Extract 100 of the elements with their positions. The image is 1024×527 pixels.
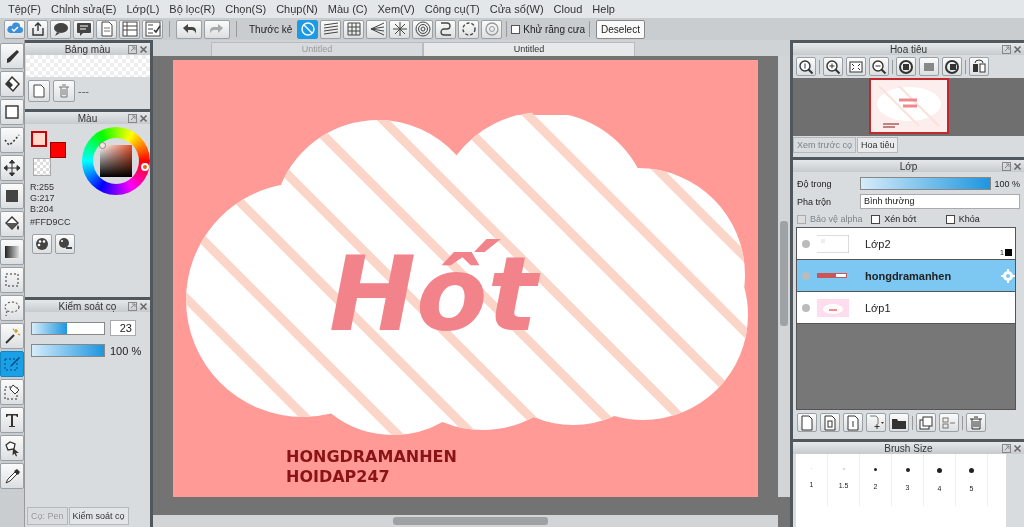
speech-bubble-icon[interactable] <box>50 19 71 39</box>
menu-item[interactable]: Bộ lọc(R) <box>164 3 221 15</box>
zoom-out-icon[interactable] <box>869 57 889 76</box>
merge-layer-icon[interactable] <box>939 413 959 432</box>
selection-eraser-icon[interactable] <box>0 379 24 405</box>
menu-item[interactable]: Màu (C) <box>322 3 373 15</box>
brush-size-slider[interactable] <box>31 321 105 335</box>
color-square-icon <box>1005 249 1012 256</box>
undock-icon[interactable] <box>128 44 137 54</box>
zoom-actual-icon[interactable] <box>796 57 816 76</box>
panel-title: Brush Size <box>884 442 933 454</box>
palette-name: --- <box>78 85 89 97</box>
gradient-icon[interactable] <box>0 239 24 265</box>
delete-palette-button[interactable] <box>53 80 75 102</box>
close-icon[interactable] <box>139 113 148 123</box>
menu-item[interactable]: Cloud <box>548 3 588 15</box>
brush-size-field[interactable]: 23 <box>110 320 136 336</box>
close-icon[interactable] <box>1013 161 1022 171</box>
layer-opacity-slider[interactable] <box>860 177 992 190</box>
panel-tab[interactable]: Hoa tiêu <box>856 137 899 153</box>
close-icon[interactable] <box>1013 44 1022 54</box>
palette-settings-button[interactable] <box>55 234 75 254</box>
share-icon[interactable] <box>27 19 48 39</box>
horizontal-scrollbar[interactable] <box>153 515 778 527</box>
brush-dot-icon[interactable] <box>969 468 974 473</box>
brush-opacity-slider[interactable] <box>31 344 105 357</box>
rectangle-icon[interactable] <box>0 99 24 125</box>
foreground-color-swatch[interactable] <box>31 131 47 147</box>
menu-item[interactable]: Chụp(N) <box>271 3 323 15</box>
comment-icon[interactable] <box>73 19 94 39</box>
table-icon[interactable] <box>119 19 140 39</box>
undock-icon[interactable] <box>128 301 137 311</box>
palette-swatch-area[interactable] <box>26 55 150 77</box>
menu-item[interactable]: Xem(V) <box>372 3 420 15</box>
credit-text: HOIDAP247 <box>286 467 390 486</box>
brush-dot-icon[interactable] <box>937 468 942 473</box>
transparent-color-swatch[interactable] <box>33 158 51 176</box>
duplicate-layer-icon[interactable] <box>916 413 936 432</box>
panel-title: Hoa tiêu <box>889 43 928 55</box>
add-layer-dropdown-icon[interactable] <box>866 413 886 432</box>
perspective-ruler-button[interactable] <box>366 19 388 39</box>
menu-item[interactable]: Chỉnh sửa(E) <box>46 3 122 15</box>
grid-ruler-button[interactable] <box>343 19 365 39</box>
canvas-thumbnail[interactable] <box>868 78 949 134</box>
no-ruler-button[interactable] <box>297 19 319 39</box>
eraser-icon[interactable] <box>0 71 24 97</box>
layer-thumbnail <box>817 298 849 317</box>
antialias-checkbox[interactable] <box>511 24 521 34</box>
layer-row[interactable]: Lớp1 <box>797 292 1015 324</box>
close-icon[interactable] <box>139 301 148 311</box>
new-1bit-layer-icon[interactable] <box>843 413 863 432</box>
menu-item[interactable]: Help <box>587 3 620 15</box>
zoom-in-icon[interactable] <box>823 57 843 76</box>
deselect-button[interactable]: Deselect <box>596 19 645 39</box>
document-tab[interactable]: Untitled <box>423 42 635 56</box>
pointer-icon[interactable] <box>0 435 24 461</box>
background-color-swatch[interactable] <box>50 142 66 158</box>
option-checkbox[interactable] <box>945 214 955 224</box>
vertical-scrollbar[interactable] <box>778 56 790 497</box>
option-checkbox[interactable] <box>871 214 881 224</box>
new-layer-icon[interactable] <box>797 413 817 432</box>
close-icon[interactable] <box>1013 443 1022 453</box>
flip-icon[interactable] <box>969 57 989 76</box>
radial-ruler-button[interactable] <box>389 19 411 39</box>
filled-square-icon[interactable] <box>0 183 24 209</box>
bucket-icon[interactable] <box>0 211 24 237</box>
menu-item[interactable]: Tệp(F) <box>3 3 46 15</box>
brush-dot-icon[interactable] <box>905 468 910 472</box>
menu-item[interactable]: Lớp(L) <box>121 3 165 15</box>
undock-icon[interactable] <box>128 113 137 123</box>
checklist-icon[interactable] <box>142 19 163 39</box>
delete-icon[interactable] <box>966 413 986 432</box>
brush-icon[interactable] <box>0 43 24 69</box>
text-tool-icon[interactable] <box>0 407 24 433</box>
close-icon[interactable] <box>139 44 148 54</box>
move-icon[interactable] <box>0 155 24 181</box>
page-icon <box>33 84 45 98</box>
undock-icon[interactable] <box>1002 443 1011 453</box>
eyedropper-icon[interactable] <box>0 463 24 489</box>
new-8bit-layer-icon[interactable] <box>820 413 840 432</box>
blend-mode-dropdown[interactable]: Bình thường <box>860 194 1020 209</box>
channel-value: R:255 <box>30 182 55 193</box>
magic-wand-icon[interactable] <box>0 323 24 349</box>
undock-icon[interactable] <box>1002 161 1011 171</box>
undock-icon[interactable] <box>1002 44 1011 54</box>
fit-screen-icon[interactable] <box>846 57 866 76</box>
menu-item[interactable]: Công cụ(T) <box>419 3 485 15</box>
folder-icon[interactable] <box>889 413 909 432</box>
undo-button[interactable] <box>176 19 202 39</box>
ellipse-ruler-button[interactable] <box>458 19 480 39</box>
menu-item[interactable]: Cửa sổ(W) <box>484 3 549 15</box>
layer-thumbnail <box>817 273 847 278</box>
menu-item[interactable]: Chọn(S) <box>220 3 272 15</box>
concentric-ruler-button[interactable] <box>412 19 434 39</box>
palette-button[interactable] <box>32 234 52 254</box>
lasso-icon[interactable] <box>0 295 24 321</box>
panel-tab[interactable]: Kiểm soát cọ <box>68 507 129 525</box>
curve-ruler-button[interactable] <box>435 19 457 39</box>
parallel-ruler-button[interactable] <box>320 19 342 39</box>
brush-dot-icon[interactable] <box>874 468 877 471</box>
